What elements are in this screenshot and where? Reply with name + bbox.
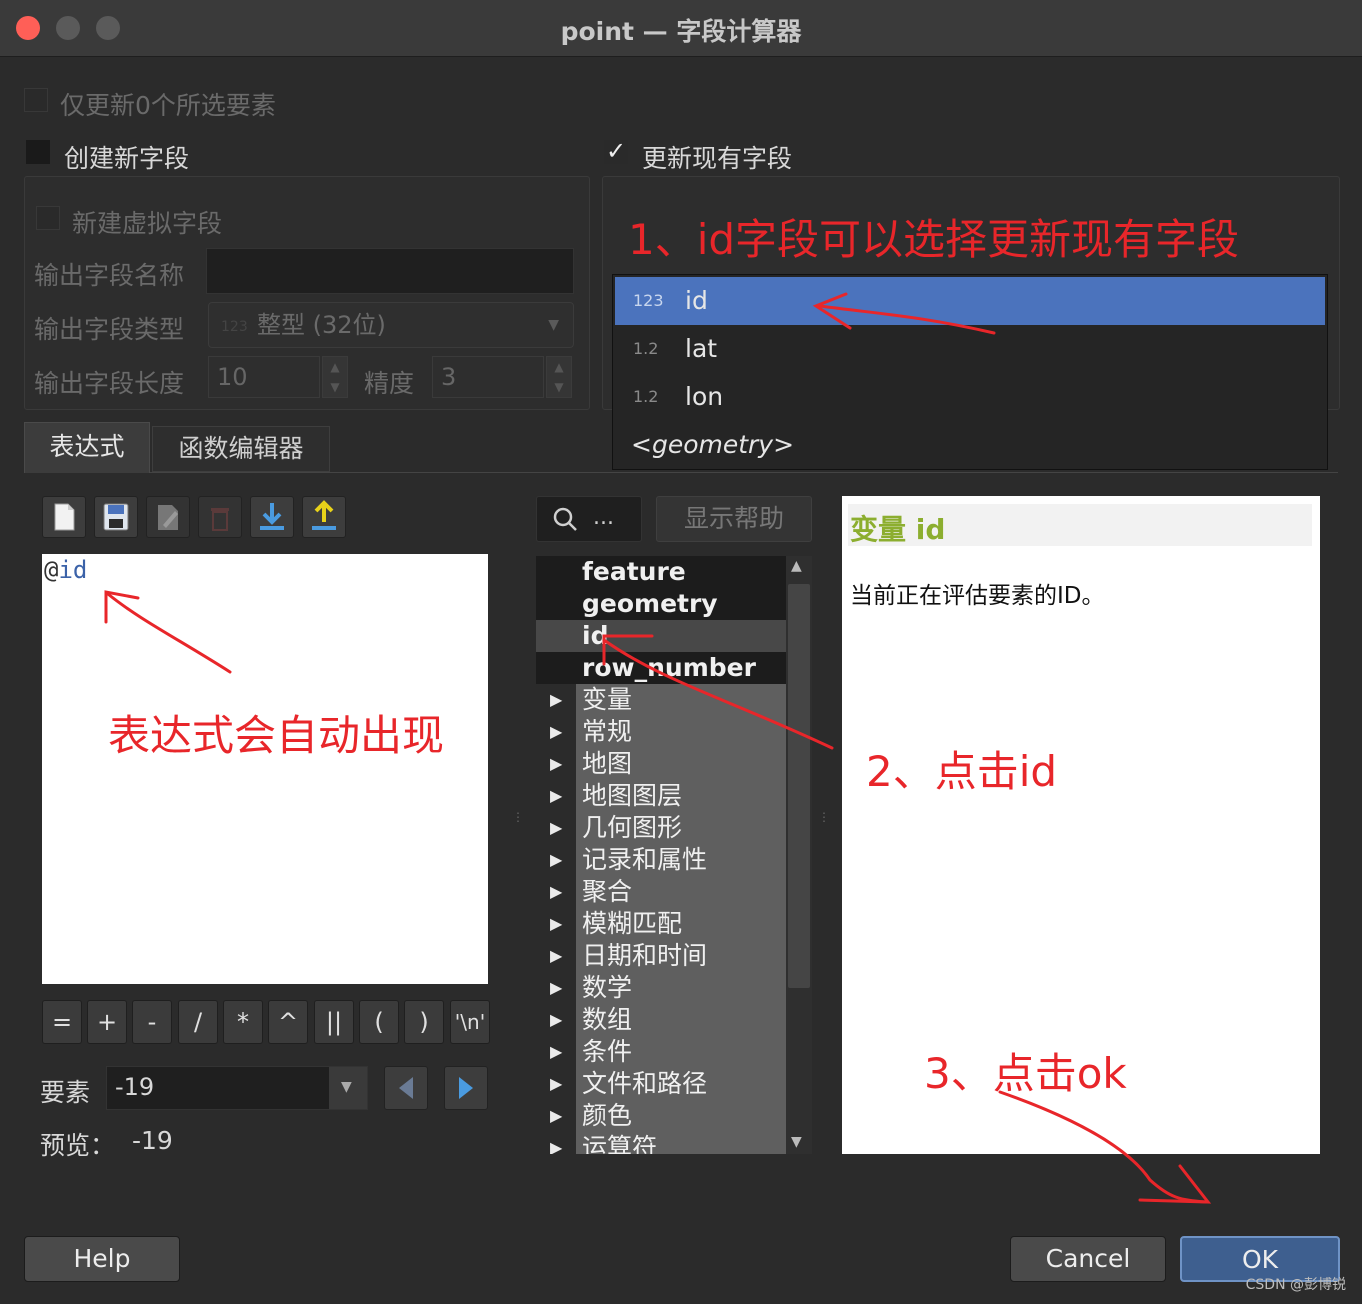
arrow-to-expression: [106, 592, 232, 674]
arrow-to-tree-id: [602, 638, 834, 750]
arrow-head: [602, 634, 654, 666]
arrow-to-ok: [998, 1090, 1208, 1204]
arrow-head: [812, 292, 852, 330]
arrow-to-id-option: [818, 304, 996, 335]
watermark: CSDN @彭博锐: [1245, 1277, 1346, 1293]
annotation-arrows: [104, 292, 1212, 1204]
